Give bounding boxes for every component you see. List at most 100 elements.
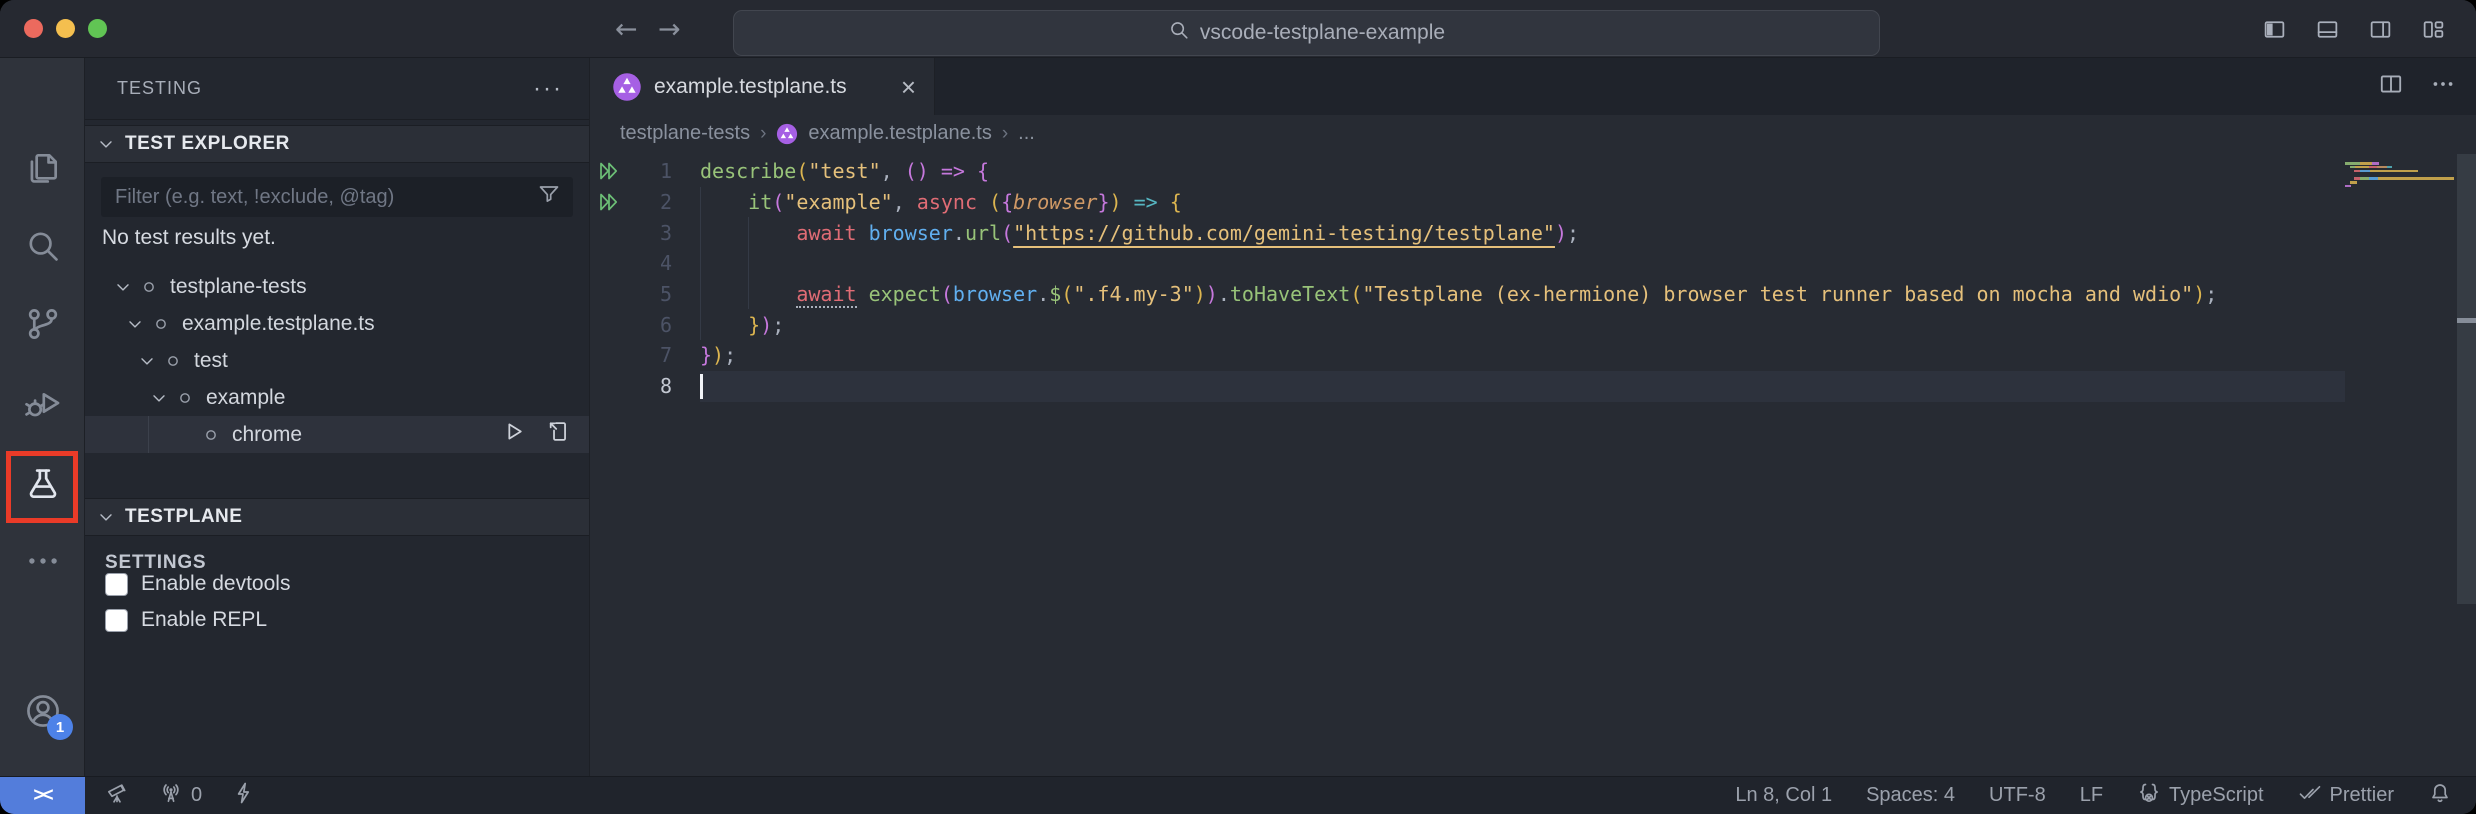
status-item-formatter[interactable]: Prettier [2298,781,2394,811]
ellipsis-icon[interactable] [2430,71,2456,102]
files-icon [24,149,62,192]
tree-item-label: chrome [232,423,302,447]
status-bar-left: >< 0 [0,777,256,814]
indent-guide [148,416,149,453]
chevron-down-icon[interactable] [146,386,172,410]
zoom-button[interactable] [88,19,107,38]
activity-item-source-control[interactable] [0,291,85,361]
status-item-cursor-position[interactable]: Ln 8, Col 1 [1735,784,1832,807]
activity-item-accounts[interactable]: 1 [0,678,85,748]
code-line-7[interactable]: 7}); [590,340,2476,371]
activity-item-search[interactable] [0,213,85,283]
status-item-encoding[interactable]: UTF-8 [1989,784,2046,807]
activity-item-testing[interactable] [0,451,85,521]
tab-strip: example.testplane.ts × [590,58,2476,115]
test-explorer-header-label: TEST EXPLORER [125,133,290,155]
broadcast-icon [159,781,183,811]
code-line-1[interactable]: 1describe("test", () => { [590,156,2476,187]
code-line-2[interactable]: 2 it("example", async ({browser}) => { [590,187,2476,218]
code-line-4[interactable]: 4 [590,248,2476,279]
run-test-gutter-icon[interactable] [590,190,630,214]
command-center-search[interactable]: vscode-testplane-example [733,10,1880,56]
line-number: 6 [630,313,672,337]
tree-item-label: example [206,386,285,410]
tree-item-test[interactable]: test [85,342,589,379]
toggle-primary-sidebar-icon[interactable] [2262,17,2287,42]
activity-item-more-views[interactable] [0,528,85,598]
line-number: 8 [630,374,672,398]
checkbox-unchecked[interactable] [105,573,128,596]
code-editor[interactable]: 1describe("test", () => {2 it("example",… [590,152,2476,776]
tree-item-example-testplane-ts[interactable]: example.testplane.ts [85,305,589,342]
testplane-logo-icon [612,72,642,102]
tree-item-chrome[interactable]: chrome [85,416,589,453]
tab-example-testplane-ts[interactable]: example.testplane.ts × [590,58,935,115]
split-editor-icon[interactable] [2378,71,2404,102]
remote-indicator[interactable]: >< [0,777,85,814]
go-to-file-icon[interactable] [546,419,571,450]
tree-item-label: example.testplane.ts [182,312,375,336]
vscode-window: ← → vscode-testplane-example 1 1 TESTING … [0,0,2476,814]
checkbox-unchecked[interactable] [105,609,128,632]
chevron-down-icon[interactable] [110,275,136,299]
activity-item-explorer[interactable] [0,135,85,205]
status-bar-right: Ln 8, Col 1 Spaces: 4 UTF-8 LF TypeScript Pre… [1735,781,2476,811]
scrollbar[interactable] [2457,152,2476,776]
status-item-eol[interactable]: LF [2080,784,2103,807]
line-number: 5 [630,282,672,306]
status-item-indentation[interactable]: Spaces: 4 [1866,784,1955,807]
chevron-down-icon [93,505,119,529]
minimap-line [2350,166,2392,169]
minimap-line [2345,162,2379,165]
customize-layout-icon[interactable] [2421,17,2446,42]
toggle-secondary-sidebar-icon[interactable] [2368,17,2393,42]
scrollbar-thumb[interactable] [2457,154,2476,604]
test-filter-input[interactable]: Filter (e.g. text, !exclude, @tag) [101,177,573,217]
filter-icon[interactable] [537,182,561,212]
code-line-5[interactable]: 5 await expect(browser.$(".f4.my-3")).to… [590,279,2476,310]
status-item-label: LF [2080,784,2103,807]
tree-item-testplane-tests[interactable]: testplane-tests [85,268,589,305]
tree-item-example[interactable]: example [85,379,589,416]
sidebar-more-actions-button[interactable]: ··· [533,84,563,94]
chevron-down-icon[interactable] [122,312,148,336]
section-testplane[interactable]: TESTPLANE [85,498,589,536]
setting-enable-devtools[interactable]: Enable devtools [105,566,290,602]
run-test-gutter-icon[interactable] [590,159,630,183]
beaker-icon [24,465,62,508]
chevron-down-icon[interactable] [134,349,160,373]
testplane-logo-icon [776,123,798,145]
history-back-button[interactable]: ← [615,0,638,58]
breadcrumb-item[interactable]: testplane-tests [620,122,750,145]
indent-guide [700,248,701,279]
sidebar-pane-header: TESTING ··· [85,58,589,120]
line-number: 1 [630,159,672,183]
test-item-icon [160,349,186,373]
no-test-results-message: No test results yet. [102,226,276,250]
editor-toolbar [2378,58,2456,115]
status-item-testplane-tools[interactable] [105,781,129,811]
close-button[interactable] [24,19,43,38]
code-line-8[interactable]: 8 [590,371,2476,402]
code-line-3[interactable]: 3 await browser.url("https://github.com/… [590,217,2476,248]
toggle-panel-icon[interactable] [2315,17,2340,42]
history-forward-button[interactable]: → [658,0,681,58]
status-item-power[interactable] [232,781,256,811]
breadcrumb-item[interactable]: ... [1018,122,1035,145]
close-icon[interactable]: × [901,77,916,97]
line-number: 7 [630,343,672,367]
breadcrumb[interactable]: testplane-tests›example.testplane.ts›... [590,115,2476,152]
breadcrumb-item[interactable]: example.testplane.ts [808,122,991,145]
play-icon[interactable] [501,419,526,450]
minimize-button[interactable] [56,19,75,38]
telescope-icon [105,781,129,811]
code-line-6[interactable]: 6 }); [590,309,2476,340]
search-icon [1168,19,1190,47]
test-item-icon [148,312,174,336]
status-item-notifications[interactable] [2428,781,2452,811]
status-item-ports[interactable]: 0 [159,781,202,811]
setting-enable-repl[interactable]: Enable REPL [105,602,267,638]
status-item-language-mode[interactable]: TypeScript [2137,781,2263,811]
activity-item-run-and-debug[interactable] [0,370,85,440]
section-test-explorer[interactable]: TEST EXPLORER [85,125,589,163]
